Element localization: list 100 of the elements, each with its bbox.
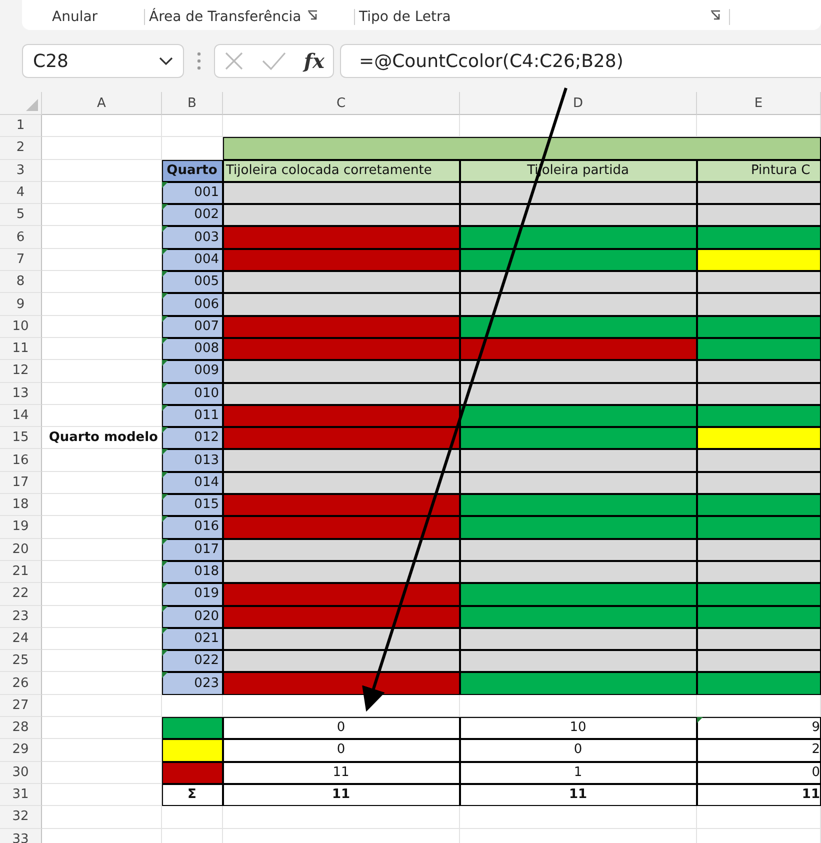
error-indicator-icon: [162, 606, 168, 612]
row-number[interactable]: 4: [0, 182, 42, 204]
row-number[interactable]: 8: [0, 271, 42, 294]
table-cell: 004: [162, 248, 223, 272]
cancel-icon[interactable]: [224, 51, 244, 71]
row-number[interactable]: 1: [0, 115, 42, 138]
table-cell: 0: [223, 717, 460, 740]
error-indicator-icon: [162, 583, 168, 590]
error-indicator-icon: [162, 316, 168, 322]
table-cell: 006: [162, 293, 223, 316]
error-indicator-icon: [162, 494, 168, 500]
row-number[interactable]: 2: [0, 137, 42, 160]
row-number[interactable]: 20: [0, 538, 42, 561]
row-number[interactable]: 29: [0, 739, 42, 762]
more-options-icon[interactable]: [196, 50, 202, 72]
error-indicator-icon: [162, 516, 168, 522]
error-indicator-icon: [162, 360, 168, 366]
table-cell: 1: [460, 762, 697, 784]
row-number[interactable]: 32: [0, 806, 42, 828]
table-cell: 9: [697, 717, 821, 740]
row-number[interactable]: 9: [0, 293, 42, 316]
formula-field[interactable]: =@CountCcolor(C4:C26;B28): [340, 44, 821, 78]
row-number[interactable]: 7: [0, 248, 42, 272]
row-number[interactable]: 11: [0, 338, 42, 360]
table-cell: 0: [697, 762, 821, 784]
column-header-letter[interactable]: D: [460, 92, 697, 115]
error-indicator-icon: [162, 271, 168, 278]
row-number[interactable]: 33: [0, 828, 42, 843]
row-number[interactable]: 25: [0, 650, 42, 672]
error-indicator-icon: [162, 472, 168, 478]
row-number[interactable]: 10: [0, 316, 42, 338]
table-cell: 11: [460, 784, 697, 806]
table-cell: 013: [162, 449, 223, 472]
error-indicator-icon: [162, 182, 168, 188]
error-indicator-icon: [162, 672, 168, 678]
table-header: Quarto: [162, 160, 223, 182]
table-cell: 016: [162, 516, 223, 539]
row-label: Quarto modelo: [42, 427, 162, 450]
row-number[interactable]: 21: [0, 560, 42, 584]
table-cell: 005: [162, 271, 223, 294]
table-cell: 11: [223, 784, 460, 806]
column-header-letter[interactable]: B: [162, 92, 223, 115]
insert-function-button[interactable]: fx: [304, 49, 324, 73]
table-cell: 021: [162, 628, 223, 650]
row-number[interactable]: 24: [0, 628, 42, 650]
table-cell: 007: [162, 316, 223, 338]
table-cell: 11: [223, 762, 460, 784]
column-header-letter[interactable]: A: [42, 92, 162, 115]
row-number[interactable]: 26: [0, 672, 42, 695]
table-cell: 009: [162, 360, 223, 383]
row-number[interactable]: 5: [0, 204, 42, 226]
row-number[interactable]: 30: [0, 762, 42, 784]
table-cell: 008: [162, 338, 223, 360]
table-cell: 002: [162, 204, 223, 226]
row-number[interactable]: 27: [0, 694, 42, 718]
row-number[interactable]: 15: [0, 427, 42, 450]
row-number[interactable]: 3: [0, 160, 42, 182]
table-cell: 011: [162, 404, 223, 428]
row-number[interactable]: 12: [0, 360, 42, 383]
table-cell: 001: [162, 182, 223, 204]
row-number[interactable]: 31: [0, 784, 42, 806]
row-number[interactable]: 13: [0, 382, 42, 405]
table-cell: Σ: [162, 784, 223, 806]
row-number[interactable]: 18: [0, 494, 42, 516]
name-box[interactable]: C28: [22, 44, 184, 78]
table-cell: 023: [162, 672, 223, 695]
error-indicator-icon: [162, 560, 168, 567]
column-header-letter[interactable]: E: [697, 92, 821, 115]
ribbon-group-label: Tipo de Letra: [359, 9, 451, 25]
row-number[interactable]: 28: [0, 717, 42, 740]
row-number[interactable]: 17: [0, 472, 42, 494]
select-all-corner[interactable]: [0, 92, 42, 115]
column-header: Pintura C: [697, 160, 821, 182]
error-indicator-icon: [162, 226, 168, 232]
ribbon-group-label: Anular: [52, 9, 98, 25]
row-number[interactable]: 22: [0, 583, 42, 606]
column-header-letter[interactable]: C: [223, 92, 460, 115]
table-cell: 014: [162, 472, 223, 494]
check-icon[interactable]: [260, 51, 287, 71]
table-cell: 010: [162, 382, 223, 405]
ribbon-group-label: Área de Transferência: [149, 9, 302, 25]
row-number[interactable]: 14: [0, 404, 42, 428]
error-indicator-icon: [162, 293, 168, 300]
row-number[interactable]: 6: [0, 226, 42, 249]
table-cell: 10: [460, 717, 697, 740]
error-indicator-icon: [162, 538, 168, 545]
error-indicator-icon: [162, 449, 168, 456]
table-cell: 0: [223, 739, 460, 762]
table-cell: 015: [162, 494, 223, 516]
row-number[interactable]: 19: [0, 516, 42, 539]
table-cell: 022: [162, 650, 223, 672]
chevron-down-icon: [159, 56, 173, 66]
error-indicator-icon: [162, 204, 168, 210]
table-cell: 017: [162, 538, 223, 561]
table-cell: 020: [162, 606, 223, 628]
error-indicator-icon: [162, 628, 168, 634]
row-number[interactable]: 16: [0, 449, 42, 472]
error-indicator-icon: [162, 650, 168, 656]
row-number[interactable]: 23: [0, 606, 42, 628]
error-indicator-icon: [162, 427, 168, 434]
